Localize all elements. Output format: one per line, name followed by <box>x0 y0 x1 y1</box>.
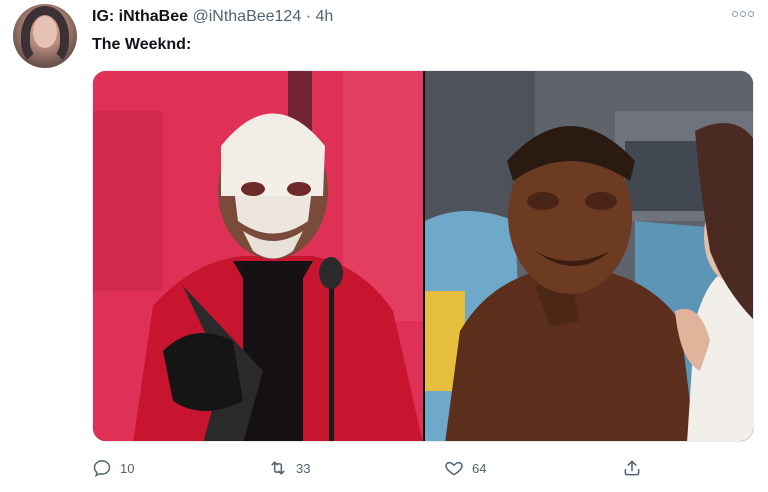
reply-icon <box>93 460 111 477</box>
tweet-actions: 10 33 64 <box>0 448 768 488</box>
media-photo-right[interactable] <box>425 71 753 441</box>
avatar[interactable] <box>13 4 77 68</box>
share-icon <box>624 460 640 476</box>
tweet-text: The Weeknd: <box>92 36 192 53</box>
media-photo-left[interactable] <box>93 71 423 441</box>
like-count: 64 <box>472 460 487 476</box>
tweet-header: IG: iNthaBee @iNthaBee124 · 4h <box>92 8 333 28</box>
heart-icon <box>445 461 463 476</box>
tweet-media[interactable] <box>92 70 754 442</box>
retweet-count: 33 <box>296 460 311 476</box>
separator-dot: · <box>305 8 312 25</box>
author-name[interactable]: IG: iNthaBee <box>92 8 188 25</box>
retweet-icon <box>271 461 285 475</box>
like-button[interactable]: 64 <box>444 456 486 480</box>
reply-count: 10 <box>120 460 135 476</box>
tweet-timestamp[interactable]: 4h <box>315 8 333 25</box>
share-button[interactable] <box>622 456 642 480</box>
reply-button[interactable]: 10 <box>92 456 134 480</box>
retweet-button[interactable]: 33 <box>268 456 310 480</box>
author-handle[interactable]: @iNthaBee124 <box>192 8 301 25</box>
more-options-icon[interactable] <box>730 6 756 22</box>
